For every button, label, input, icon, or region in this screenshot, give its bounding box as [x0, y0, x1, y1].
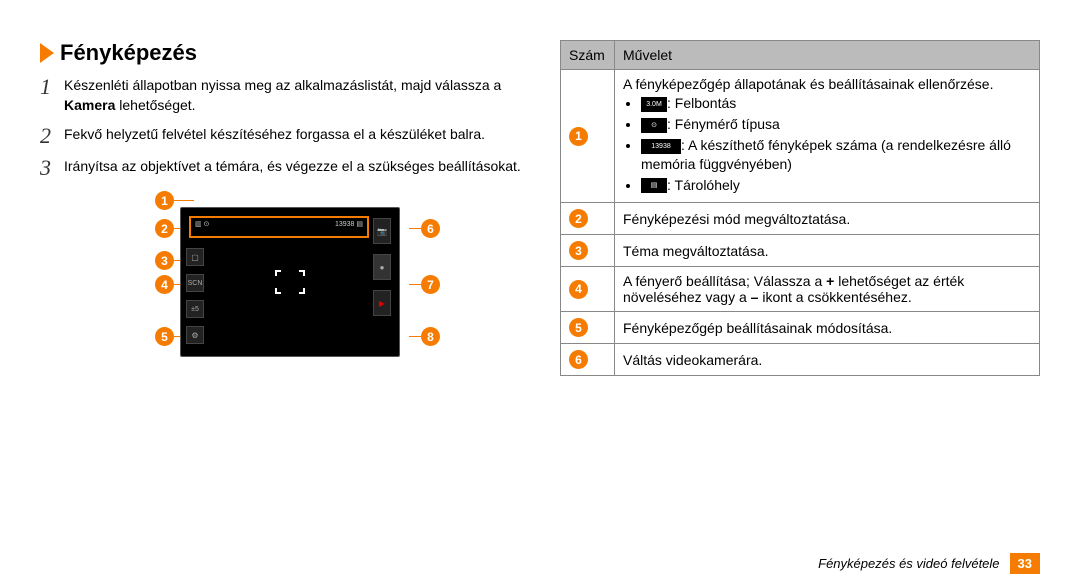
topbar-left: ▥ ⊙ [195, 220, 209, 228]
metering-icon: ⊙ [641, 118, 667, 133]
row-num-icon: 5 [569, 318, 588, 337]
chevron-icon [40, 43, 54, 63]
storage-icon: ▤ [641, 178, 667, 193]
table-row: 4 A fényerő beállítása; Válassza a + leh… [561, 267, 1040, 312]
col-header-num: Szám [561, 41, 615, 70]
table-row: 5 Fényképezőgép beállításainak módosítás… [561, 312, 1040, 344]
section-heading: Fényképezés [40, 40, 540, 66]
step-text: Fekvő helyzetű felvétel készítéséhez for… [64, 125, 540, 147]
table-row: 1 A fényképezőgép állapotának és beállít… [561, 70, 1040, 203]
row-num-icon: 1 [569, 127, 588, 146]
step-number: 3 [40, 157, 64, 179]
table-row: 3 Téma megváltoztatása. [561, 235, 1040, 267]
row-intro: A fényképezőgép állapotának és beállítás… [623, 76, 1031, 92]
settings-icon: ⚙ [186, 326, 204, 344]
step-number: 2 [40, 125, 64, 147]
status-bar-highlight: ▥ ⊙ 13938 ▤ [189, 216, 369, 238]
exposure-icon: ±5 [186, 300, 204, 318]
row-num-icon: 6 [569, 350, 588, 369]
scn-icon: SCN [186, 274, 204, 292]
table-row: 2 Fényképezési mód megváltoztatása. [561, 203, 1040, 235]
callout-7: 7 [409, 275, 440, 294]
video-icon: ▶ [373, 290, 391, 316]
row-text: Téma megváltoztatása. [615, 235, 1040, 267]
col-header-action: Művelet [615, 41, 1040, 70]
topbar-right: 13938 ▤ [335, 220, 363, 228]
step-text: Készenléti állapotban nyissa meg az alka… [64, 76, 540, 115]
camera-diagram: 1 2 3 4 5 6 7 8 ▥ ⊙ 13938 ▤ ▢ [145, 197, 435, 367]
row-text: Váltás videokamerára. [615, 344, 1040, 376]
callout-6: 6 [409, 219, 440, 238]
table-row: 6 Váltás videokamerára. [561, 344, 1040, 376]
counter-icon: 13938 [641, 139, 681, 154]
row-num-icon: 3 [569, 241, 588, 260]
mode-icon: ▢ [186, 248, 204, 266]
camera-icon: 📷 [373, 218, 391, 244]
row-text: A fényerő beállítása; Válassza a + lehet… [615, 267, 1040, 312]
row-num-icon: 4 [569, 280, 588, 299]
row-text: Fényképezőgép beállításainak módosítása. [615, 312, 1040, 344]
step-number: 1 [40, 76, 64, 115]
page-number: 33 [1010, 553, 1040, 574]
callout-8: 8 [409, 327, 440, 346]
page-footer: Fényképezés és videó felvétele 33 [818, 553, 1040, 574]
resolution-icon: 3.0M [641, 97, 667, 112]
footer-title: Fényképezés és videó felvétele [818, 556, 999, 571]
shutter-icon: ● [373, 254, 391, 280]
heading-text: Fényképezés [60, 40, 197, 66]
row-num-icon: 2 [569, 209, 588, 228]
row-text: Fényképezési mód megváltoztatása. [615, 203, 1040, 235]
step-text: Irányítsa az objektívet a témára, és vég… [64, 157, 540, 179]
focus-brackets-icon [275, 270, 305, 294]
legend-table: Szám Művelet 1 A fényképezőgép állapotán… [560, 40, 1040, 376]
